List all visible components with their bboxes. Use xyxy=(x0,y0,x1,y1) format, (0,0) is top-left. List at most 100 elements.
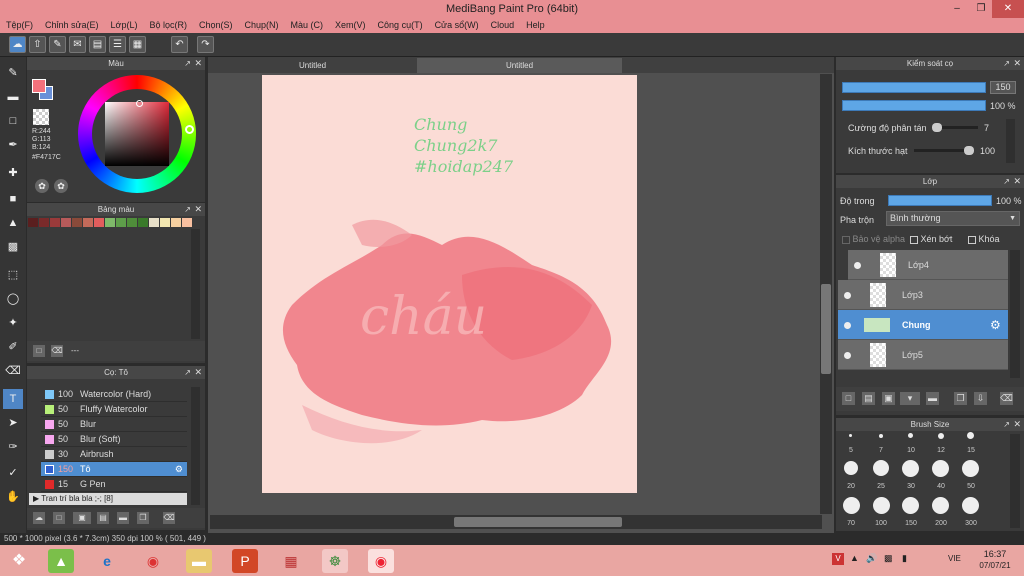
menu-cloud[interactable]: Cloud xyxy=(485,18,521,30)
canvas-vertical-scrollbar[interactable] xyxy=(820,74,832,514)
brush-size-dot[interactable] xyxy=(873,460,889,476)
menu-help[interactable]: Help xyxy=(520,18,551,30)
magic-wand-icon[interactable]: ✦ xyxy=(3,313,23,333)
brush-item[interactable]: 50 Blur (Soft) xyxy=(41,432,187,447)
palette-swatch[interactable] xyxy=(83,218,93,227)
brush-size-dot[interactable] xyxy=(902,460,919,477)
bluestacks-icon[interactable]: ▲ xyxy=(48,549,74,573)
close-icon[interactable]: ✕ xyxy=(194,366,202,379)
pin-icon[interactable]: ↗ xyxy=(1003,418,1010,431)
pin-icon[interactable]: ↗ xyxy=(1003,175,1010,188)
grain-slider[interactable] xyxy=(914,146,974,155)
palette-swatch[interactable] xyxy=(138,218,148,227)
pin-icon[interactable]: ↗ xyxy=(184,57,191,70)
blend-select[interactable]: Bình thường ▼ xyxy=(886,211,1020,226)
new-halftone-layer-icon[interactable]: ▤ xyxy=(862,392,875,405)
pen-tool-icon[interactable]: ✒ xyxy=(3,135,23,155)
close-icon[interactable]: ✕ xyxy=(1013,175,1021,188)
palette-swatch[interactable] xyxy=(50,218,60,227)
brush-item[interactable]: 30 Airbrush xyxy=(41,447,187,462)
medibang-paint-icon[interactable]: ◉ xyxy=(368,549,394,573)
pin-icon[interactable]: ↗ xyxy=(184,366,191,379)
brush-size-dot[interactable] xyxy=(967,432,974,439)
comment-icon[interactable]: ✎ xyxy=(49,36,66,53)
canvas-horizontal-scrollbar[interactable] xyxy=(210,515,822,529)
close-icon[interactable]: ✕ xyxy=(194,203,202,216)
palette-swatch[interactable] xyxy=(171,218,181,227)
scroll-thumb[interactable] xyxy=(454,517,622,527)
palette-icon[interactable]: ✿ xyxy=(35,179,49,193)
palette-swatch[interactable] xyxy=(72,218,82,227)
close-icon[interactable]: ✕ xyxy=(1013,57,1021,70)
cloud-icon[interactable]: ☁ xyxy=(9,36,26,53)
chat-icon[interactable]: ✉ xyxy=(69,36,86,53)
select-rect-icon[interactable]: ⬚ xyxy=(3,265,23,285)
list-icon[interactable]: ☰ xyxy=(109,36,126,53)
visibility-icon[interactable] xyxy=(844,322,851,329)
size-slider[interactable] xyxy=(842,82,986,93)
new-8bit-layer-icon[interactable]: ▣ xyxy=(882,392,895,405)
brush-size-dot[interactable] xyxy=(879,434,883,438)
brush-size-dot[interactable] xyxy=(849,434,852,437)
menu-file[interactable]: Tệp(F) xyxy=(0,18,39,30)
close-button[interactable]: ✕ xyxy=(992,0,1024,18)
chrome-icon[interactable]: ◉ xyxy=(140,549,166,573)
close-icon[interactable]: ✕ xyxy=(194,57,202,70)
brush-settings-icon[interactable]: ▤ xyxy=(97,512,109,524)
trash-icon[interactable]: ⌫ xyxy=(1000,392,1013,405)
palette-swatch[interactable] xyxy=(149,218,159,227)
saturation-square[interactable] xyxy=(105,102,169,166)
rectangle-tool-icon[interactable]: □ xyxy=(3,111,23,131)
file-explorer-icon[interactable]: ▬ xyxy=(186,549,212,573)
hue-picker[interactable] xyxy=(185,125,194,134)
menu-filter[interactable]: Bộ lọc(R) xyxy=(143,18,193,30)
brush-size-dot[interactable] xyxy=(902,497,919,514)
brush-size-dot[interactable] xyxy=(932,497,949,514)
palette-alt-icon[interactable]: ✿ xyxy=(54,179,68,193)
grid-icon[interactable]: ▦ xyxy=(129,36,146,53)
close-icon[interactable]: ✕ xyxy=(1013,418,1021,431)
palette-swatch[interactable] xyxy=(28,218,38,227)
new-layer-icon[interactable]: □ xyxy=(842,392,855,405)
duplicate-layer-icon[interactable]: ❐ xyxy=(954,392,967,405)
saturation-picker[interactable] xyxy=(136,100,143,107)
brush-size-dot[interactable] xyxy=(843,497,860,514)
network-icon[interactable]: ▩ xyxy=(884,553,893,564)
clock-date[interactable]: 07/07/21 xyxy=(976,561,1014,570)
palette-scrollbar[interactable] xyxy=(191,229,200,339)
brush-size-dot[interactable] xyxy=(908,433,913,438)
new-brush-icon[interactable]: □ xyxy=(53,512,65,524)
layer-row-lop5[interactable]: Lớp5 xyxy=(838,340,1008,370)
pin-icon[interactable]: ↗ xyxy=(184,203,191,216)
brush-size-dot[interactable] xyxy=(844,461,858,475)
menu-edit[interactable]: Chỉnh sửa(E) xyxy=(39,18,105,30)
protect-alpha-checkbox[interactable]: Bảo vệ alpha xyxy=(842,234,905,244)
visibility-icon[interactable] xyxy=(854,262,861,269)
pin-icon[interactable]: ↗ xyxy=(1003,57,1010,70)
scroll-thumb[interactable] xyxy=(821,284,831,374)
palette-swatch[interactable] xyxy=(160,218,170,227)
brush-group[interactable]: ▶ Tran trí bla bla ;-; [8] xyxy=(29,493,187,505)
layer-row-chung[interactable]: Chung ⚙ xyxy=(838,310,1008,340)
folder-icon[interactable]: ▬ xyxy=(926,392,939,405)
menu-tools[interactable]: Công cụ(T) xyxy=(372,18,429,30)
language-indicator[interactable]: VIE xyxy=(948,554,961,563)
menu-window[interactable]: Cửa sổ(W) xyxy=(429,18,485,30)
transparent-swatch[interactable] xyxy=(33,109,49,125)
lock-checkbox[interactable]: Khóa xyxy=(968,234,1000,244)
select-eraser-icon[interactable]: ⌫ xyxy=(3,361,23,381)
brush-size-dot[interactable] xyxy=(873,497,890,514)
select-pen-icon[interactable]: ✐ xyxy=(3,337,23,357)
add-brush-icon[interactable]: ▣ xyxy=(73,512,91,524)
palette-swatch[interactable] xyxy=(61,218,71,227)
layer-opacity-slider[interactable] xyxy=(888,195,992,206)
volume-icon[interactable]: 🔊 xyxy=(866,553,877,564)
menu-layer[interactable]: Lớp(L) xyxy=(105,18,144,30)
windows-start-icon[interactable]: ❖ xyxy=(6,549,32,573)
operation-tool-icon[interactable]: ➤ xyxy=(3,413,23,433)
brush-item[interactable]: 100 Watercolor (Hard) xyxy=(41,387,187,402)
palette-swatch[interactable] xyxy=(39,218,49,227)
brush-item[interactable]: 15 G Pen xyxy=(41,477,187,492)
fill-rect-tool-icon[interactable]: ■ xyxy=(3,189,23,209)
palette-swatch[interactable] xyxy=(116,218,126,227)
